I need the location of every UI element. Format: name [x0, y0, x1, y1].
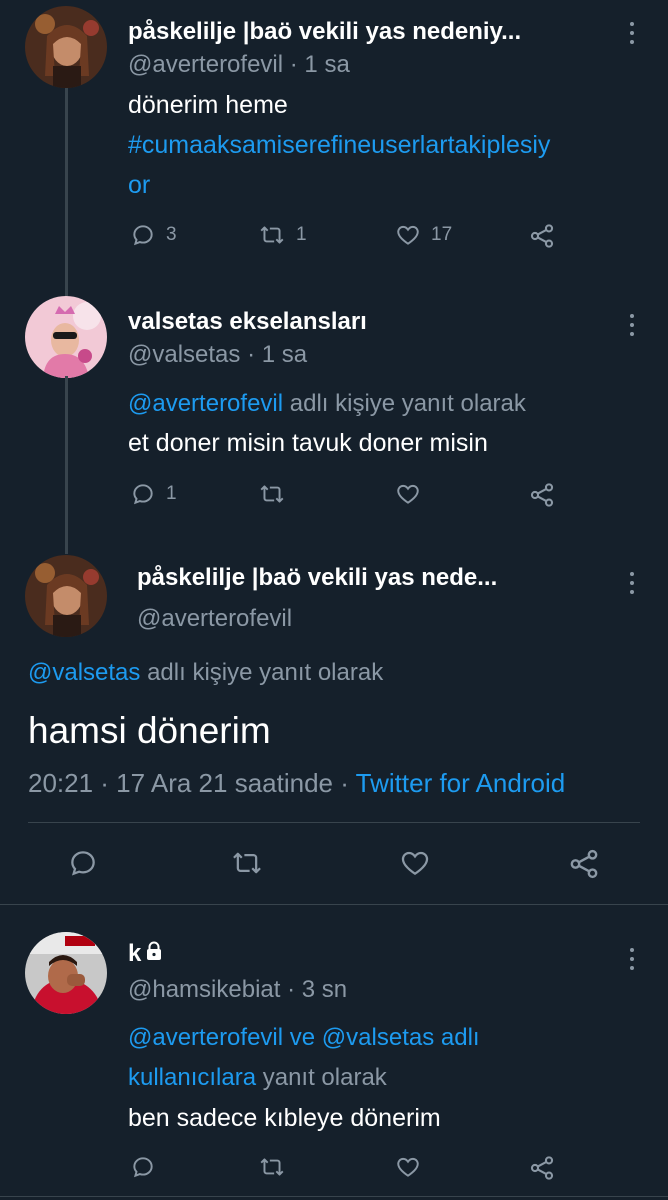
reply-count: 1 [166, 483, 177, 504]
tweet-text: dönerim heme [128, 91, 288, 119]
share-button[interactable] [567, 847, 601, 881]
handle[interactable]: @hamsikebiat [128, 976, 280, 1003]
heart-icon [395, 1154, 421, 1180]
thread-line-2 [65, 376, 68, 554]
mention-link[interactable]: @valsetas [28, 659, 140, 686]
timestamp[interactable]: · 1 sa [247, 341, 307, 368]
tweet-text: ben sadece kıbleye dönerim [128, 1104, 441, 1132]
reply-button[interactable]: 3 [130, 222, 177, 248]
handle[interactable]: @averterofevil [137, 605, 292, 633]
retweet-button[interactable]: 1 [258, 222, 307, 248]
reply-context: @averterofevil ve @valsetas adlı [128, 1024, 480, 1052]
display-name[interactable]: påskelilje |baö vekili yas nedeniy... [128, 18, 521, 46]
retweet-icon [258, 222, 286, 248]
mention-link[interactable]: @averterofevil [128, 1024, 283, 1051]
share-icon [567, 847, 601, 881]
source-link[interactable]: Twitter for Android [356, 768, 566, 798]
share-button[interactable] [528, 222, 556, 250]
more-options-button[interactable] [622, 944, 642, 974]
display-name[interactable]: k [128, 940, 141, 968]
share-button[interactable] [528, 481, 556, 509]
mention-users-link[interactable]: kullanıcılara [128, 1064, 256, 1091]
like-button[interactable] [395, 1154, 421, 1180]
retweet-icon [230, 847, 264, 879]
reply-button[interactable]: 1 [130, 481, 177, 507]
retweet-icon [258, 481, 286, 507]
heart-icon [395, 481, 421, 507]
like-button[interactable] [399, 847, 431, 879]
share-icon [528, 222, 556, 250]
share-icon [528, 481, 556, 509]
retweet-button[interactable] [230, 847, 264, 879]
tweet-timestamp-row: 20:21 · 17 Ara 21 saatinde · Twitter for… [28, 768, 565, 799]
like-count: 17 [431, 224, 453, 245]
avatar[interactable] [25, 296, 107, 378]
share-icon [528, 1154, 556, 1182]
divider [28, 822, 640, 823]
reply-button[interactable] [130, 1154, 156, 1180]
avatar[interactable] [25, 6, 107, 88]
retweet-button[interactable] [258, 481, 286, 507]
handle[interactable]: @valsetas [128, 341, 240, 368]
retweet-button[interactable] [258, 1154, 286, 1180]
heart-icon [399, 847, 431, 879]
tweet-text: et doner misin tavuk doner misin [128, 429, 488, 457]
divider [0, 1196, 668, 1197]
retweet-icon [258, 1154, 286, 1180]
reply-icon [130, 222, 156, 248]
reply-icon [130, 481, 156, 507]
avatar[interactable] [25, 555, 107, 637]
timestamp[interactable]: · 1 sa [290, 51, 350, 78]
timestamp[interactable]: · 3 sn [287, 976, 347, 1003]
hashtag-link[interactable]: #cumaaksamiserefineuserlartakiplesiy [128, 131, 550, 160]
reply-context: @valsetas adlı kişiye yanıt olarak [28, 659, 383, 687]
reply-count: 3 [166, 224, 177, 245]
divider [0, 904, 668, 905]
mention-connector: ve [289, 1024, 316, 1051]
reply-context-label: adlı kişiye yanıt olarak [147, 659, 384, 686]
reply-icon [130, 1154, 156, 1180]
mention-suffix: adlı [440, 1024, 480, 1051]
mention-link[interactable]: @averterofevil [128, 390, 283, 417]
avatar[interactable] [25, 932, 107, 1014]
more-options-button[interactable] [622, 310, 642, 340]
lock-icon [145, 940, 163, 968]
heart-icon [395, 222, 421, 248]
more-options-button[interactable] [622, 18, 642, 48]
retweet-count: 1 [296, 224, 307, 245]
display-name[interactable]: valsetas ekselansları [128, 308, 367, 336]
reply-context: @averterofevil adlı kişiye yanıt olarak [128, 390, 526, 418]
share-button[interactable] [528, 1154, 556, 1182]
hashtag-link-continued[interactable]: or [128, 171, 150, 200]
tweet-date[interactable]: 20:21 · 17 Ara 21 saatinde · [28, 768, 349, 798]
like-button[interactable] [395, 481, 421, 507]
reply-context-label: adlı kişiye yanıt olarak [289, 390, 526, 417]
main-tweet-text: hamsi dönerim [28, 710, 271, 751]
reply-icon [67, 847, 99, 879]
handle[interactable]: @averterofevil [128, 51, 283, 78]
like-button[interactable]: 17 [395, 222, 452, 248]
display-name[interactable]: påskelilje |baö vekili yas nede... [137, 564, 497, 592]
reply-context-label: yanıt olarak [262, 1064, 387, 1091]
reply-context-line-2: kullanıcılara yanıt olarak [128, 1064, 387, 1092]
more-options-button[interactable] [622, 568, 642, 598]
mention-link[interactable]: @valsetas [322, 1024, 434, 1051]
thread-line-1 [65, 86, 68, 298]
reply-button[interactable] [67, 847, 99, 879]
